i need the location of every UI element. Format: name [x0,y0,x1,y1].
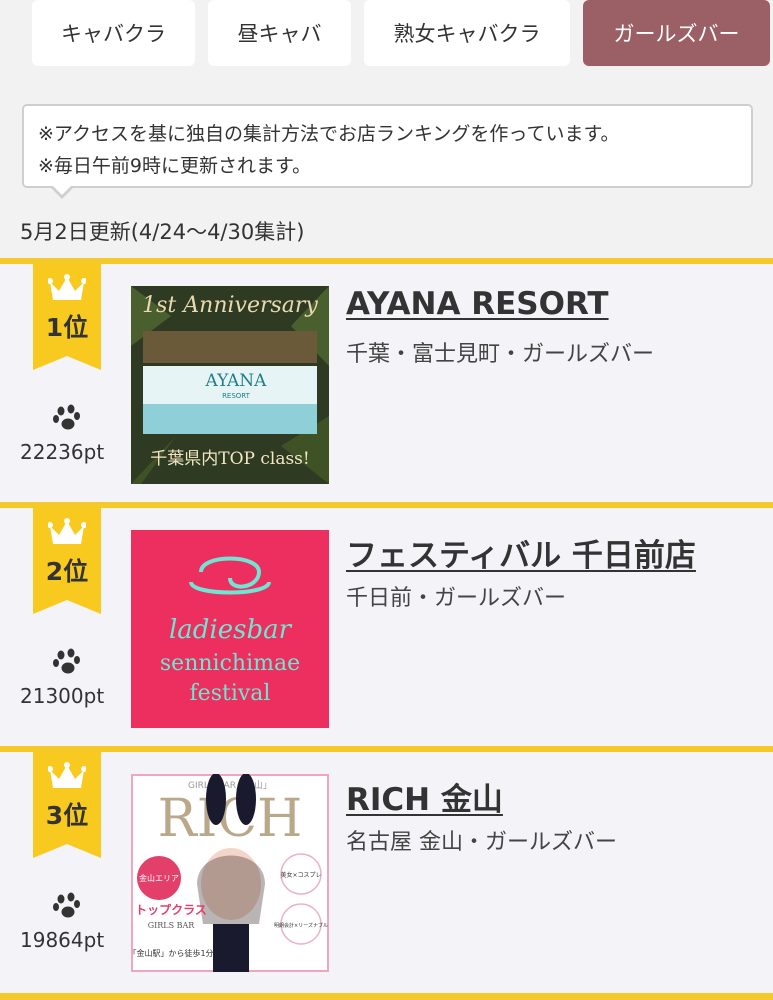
rank-ribbon: 1位 [33,264,101,370]
shop-thumbnail[interactable]: ladiesbar sennichimae festival [131,530,329,728]
tab-girls-bar[interactable]: ガールズバー [583,0,770,66]
rank-ribbon: 2位 [33,508,101,614]
crown-icon [48,762,86,788]
paw-icon [53,892,80,918]
paw-icon [53,648,80,674]
shop-area: 千葉・富士見町・ガールズバー [346,342,655,367]
rank-label: 1位 [45,313,89,342]
rank-label: 2位 [45,557,89,586]
thumb-text-price: 明朗会計×リーズナブル [274,922,328,929]
tab-kyabakura[interactable]: キャバクラ [32,0,195,66]
notice-line-1: ※アクセスを基に独自の集計方法でお店ランキングを作っています。 [38,123,620,145]
rank-points: 22236pt [20,440,105,464]
shop-area: 千日前・ガールズバー [346,586,567,611]
thumb-text-sennichimae: sennichimae [160,651,300,676]
category-tabs: キャバクラ 昼キャバ 熟女キャバクラ ガールズバー [0,0,773,70]
rank-points: 21300pt [20,684,105,708]
notice-line-2: ※毎日午前9時に更新されます。 [38,155,312,177]
shop-thumbnail[interactable]: 1st Anniversary AYANA RESORT 千葉県内TOP cla… [131,286,329,484]
tab-hiru-kyaba[interactable]: 昼キャバ [208,0,351,66]
notice-tail-fill [52,185,72,195]
thumb-text-station: 「金山駅」から徒歩1分 [131,948,214,958]
shop-thumbnail[interactable]: GIRLS BAR「金山」 RICH 金山エリア トップクラス GIRLS BA… [131,774,329,972]
rank-points: 19864pt [20,928,105,952]
paw-icon [53,404,80,430]
thumb-text-area: 金山エリア [139,873,179,883]
bottom-border [0,993,773,1000]
tab-jukujo-kyabakura[interactable]: 熟女キャバクラ [364,0,570,66]
shop-name-link[interactable]: フェスティバル 千日前店 [346,530,696,575]
rank-label: 3位 [45,801,89,830]
crown-icon [48,518,86,544]
update-date: 5月2日更新(4/24〜4/30集計) [20,220,305,244]
thumb-text-title: RICH [158,789,303,849]
thumb-text-sub: RESORT [222,392,251,400]
shop-name-link[interactable]: RICH 金山 [346,774,503,819]
ranking-item[interactable]: 2位 21300pt ladiesbar sennichimae festiva… [0,502,773,746]
thumb-text-ladiesbar: ladiesbar [169,615,293,645]
notice-box: ※アクセスを基に独自の集計方法でお店ランキングを作っています。 ※毎日午前9時に… [22,104,753,188]
thumb-text-festival: festival [190,681,271,706]
shop-name-link[interactable]: AYANA RESORT [346,286,609,322]
thumb-text-bottom: 千葉県内TOP class! [150,449,310,469]
thumb-text-cosplay: 美女×コスプレ [280,871,321,879]
thumb-text-class: トップクラス [135,902,207,917]
thumb-text-sub: GIRLS BAR [148,921,196,930]
crown-icon [48,274,86,300]
rank-ribbon: 3位 [33,752,101,858]
shop-area: 名古屋 金山・ガールズバー [346,830,617,855]
ranking-item[interactable]: 1位 22236pt 1st Anniversary AYANA RESORT … [0,258,773,502]
thumb-text-anniversary: 1st Anniversary [142,293,318,318]
thumb-text-logo: AYANA [205,371,268,391]
ranking-item[interactable]: 3位 19864pt GIRLS BAR「金山」 RICH 金山エリア トップク… [0,746,773,993]
